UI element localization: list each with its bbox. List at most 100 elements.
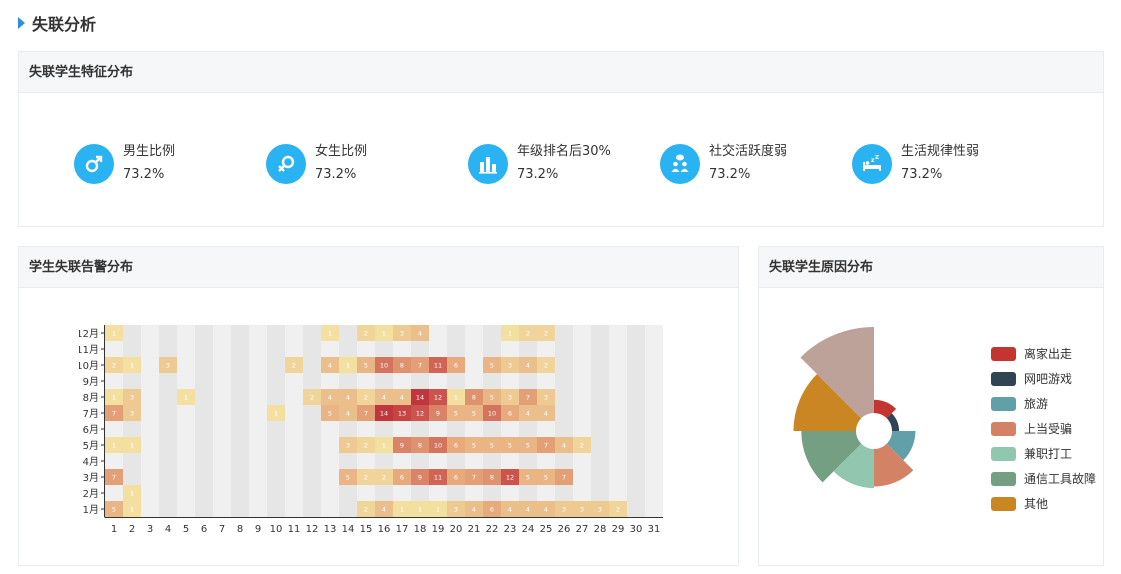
heat-cell-label: 2 xyxy=(616,506,620,514)
legend-item[interactable]: 离家出走 xyxy=(991,341,1096,366)
heat-cell-label: 5 xyxy=(508,442,512,450)
x-tick-label: 8 xyxy=(237,524,243,535)
heat-cell xyxy=(501,341,519,357)
heat-cell-label: 4 xyxy=(544,506,548,514)
heat-cell xyxy=(645,453,663,469)
reason-rose-chart xyxy=(793,327,916,489)
feature-label: 男生比例 xyxy=(123,144,176,159)
heat-cell-label: 1 xyxy=(130,506,134,514)
heat-cell xyxy=(627,501,645,517)
y-tick-label: 8月 xyxy=(83,392,99,404)
heat-cell xyxy=(195,485,213,501)
legend-item[interactable]: 网吧游戏 xyxy=(991,366,1096,391)
heat-cell xyxy=(231,325,249,341)
heat-cell xyxy=(285,325,303,341)
heat-cell xyxy=(591,437,609,453)
heat-cell xyxy=(357,485,375,501)
y-tick-label: 9月 xyxy=(83,376,99,388)
heat-cell xyxy=(213,341,231,357)
x-tick-label: 3 xyxy=(147,524,153,535)
heat-cell xyxy=(429,485,447,501)
heat-cell xyxy=(609,421,627,437)
heat-cell xyxy=(339,373,357,389)
heat-cell xyxy=(213,357,231,373)
heat-cell xyxy=(645,501,663,517)
heat-cell xyxy=(519,421,537,437)
heat-cell xyxy=(519,485,537,501)
heat-cell xyxy=(303,501,321,517)
heat-cell-label: 6 xyxy=(400,474,404,482)
heat-cell xyxy=(573,373,591,389)
heat-cell-label: 7 xyxy=(112,410,116,418)
heat-cell xyxy=(465,373,483,389)
heat-cell xyxy=(249,341,267,357)
heat-cell xyxy=(285,437,303,453)
heat-cell xyxy=(609,341,627,357)
heat-cell xyxy=(411,373,429,389)
heat-cell xyxy=(159,453,177,469)
heat-cell-label: 9 xyxy=(418,474,422,482)
heat-cell-label: 3 xyxy=(346,442,350,450)
heat-cell-label: 3 xyxy=(562,506,566,514)
legend-item[interactable]: 兼职打工 xyxy=(991,441,1096,466)
heat-cell xyxy=(213,421,231,437)
x-tick-label: 14 xyxy=(342,524,355,535)
heat-cell xyxy=(555,373,573,389)
heat-cell xyxy=(231,389,249,405)
heat-cell xyxy=(249,453,267,469)
legend-label: 离家出走 xyxy=(1024,347,1073,361)
x-tick-label: 4 xyxy=(165,524,171,535)
heat-cell xyxy=(231,453,249,469)
page-title-text: 失联分析 xyxy=(32,15,97,34)
heat-cell-label: 1 xyxy=(454,394,458,402)
heat-cell-label: 3 xyxy=(400,330,404,338)
heat-cell xyxy=(303,437,321,453)
heat-cell-label: 5 xyxy=(472,410,476,418)
legend-item[interactable]: 通信工具故障 xyxy=(991,466,1096,491)
heat-cell xyxy=(285,405,303,421)
heat-cell xyxy=(555,421,573,437)
heat-cell xyxy=(483,373,501,389)
heat-cell xyxy=(465,357,483,373)
legend-item[interactable]: 上当受骗 xyxy=(991,416,1096,441)
heat-cell xyxy=(375,485,393,501)
heat-cell-label: 2 xyxy=(580,442,584,450)
heat-cell xyxy=(447,421,465,437)
heat-cell-label: 7 xyxy=(112,474,116,482)
heat-cell xyxy=(609,389,627,405)
heat-cell xyxy=(285,453,303,469)
heat-cell xyxy=(357,341,375,357)
legend-swatch xyxy=(991,371,1016,386)
heat-cell xyxy=(645,357,663,373)
heat-cell xyxy=(555,325,573,341)
heat-cell xyxy=(195,373,213,389)
heat-cell xyxy=(285,373,303,389)
heat-cell-label: 1 xyxy=(130,362,134,370)
heat-cell xyxy=(591,469,609,485)
feature-value: 73.2% xyxy=(901,167,943,182)
legend-item[interactable]: 旅游 xyxy=(991,391,1096,416)
x-tick-label: 13 xyxy=(324,524,337,535)
heat-cell xyxy=(573,469,591,485)
heat-cell xyxy=(609,405,627,421)
heat-cell xyxy=(447,453,465,469)
heat-cell xyxy=(537,373,555,389)
heat-cell xyxy=(177,469,195,485)
heat-cell-label: 10 xyxy=(380,362,388,370)
heat-cell xyxy=(375,341,393,357)
feature-female: 女生比例 73.2% xyxy=(266,143,367,184)
heat-cell-label: 5 xyxy=(544,474,548,482)
heat-cell xyxy=(321,485,339,501)
x-tick-label: 6 xyxy=(201,524,207,535)
x-tick-label: 26 xyxy=(558,524,571,535)
heat-cell xyxy=(573,341,591,357)
heat-cell xyxy=(411,485,429,501)
heat-cell xyxy=(105,341,123,357)
heat-cell xyxy=(645,373,663,389)
legend-swatch xyxy=(991,446,1016,461)
legend-item[interactable]: 其他 xyxy=(991,491,1096,516)
heat-cell xyxy=(321,453,339,469)
heat-cell-label: 1 xyxy=(436,506,440,514)
heat-cell xyxy=(177,501,195,517)
heat-cell xyxy=(141,485,159,501)
